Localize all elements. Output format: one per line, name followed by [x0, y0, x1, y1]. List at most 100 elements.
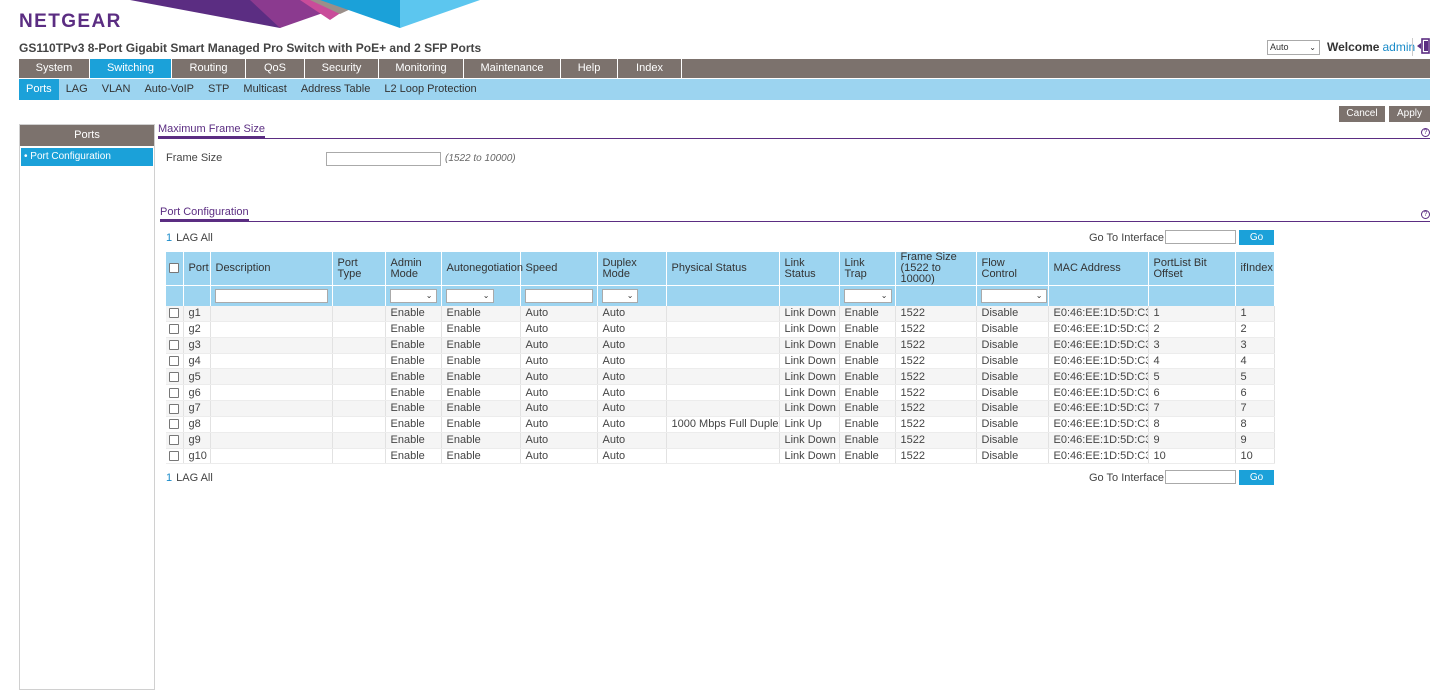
col-frame-size[interactable]: Frame Size (1522 to 10000) [895, 252, 977, 286]
col-description[interactable]: Description [210, 252, 333, 286]
tab-monitoring[interactable]: Monitoring [379, 59, 464, 78]
filter-cell: ⌄ [976, 285, 1049, 306]
subtab-address-table[interactable]: Address Table [294, 79, 378, 100]
mac-address-cell: E0:46:EE:1D:5D:C3 [1048, 416, 1149, 433]
filter-all[interactable]: All [201, 472, 213, 484]
filter-unit-1[interactable]: 1 [166, 472, 172, 484]
link-status-cell: Link Down [779, 400, 840, 417]
help-icon[interactable]: ? [1421, 128, 1430, 137]
description-input[interactable] [214, 288, 328, 303]
help-icon[interactable]: ? [1421, 210, 1430, 219]
row-checkbox[interactable] [169, 308, 179, 319]
section-divider [160, 221, 1430, 222]
description-cell [210, 416, 333, 433]
tab-routing[interactable]: Routing [172, 59, 246, 78]
row-checkbox[interactable] [169, 324, 179, 335]
subtab-multicast[interactable]: Multicast [236, 79, 293, 100]
link-status-cell: Link Down [779, 384, 840, 402]
table-row[interactable]: g9 Enable Enable Auto Auto Link Down Enable 152… [166, 432, 1275, 449]
port-type-cell [332, 321, 386, 338]
col-link-trap[interactable]: Link Trap [839, 252, 896, 286]
description-cell [210, 384, 333, 402]
subtab-ports[interactable]: Ports [19, 79, 59, 100]
table-row[interactable]: g3 Enable Enable Auto Auto Link Down Enable 152… [166, 337, 1275, 354]
subtab-stp[interactable]: STP [201, 79, 236, 100]
select-all-checkbox[interactable] [169, 263, 179, 274]
logout-icon[interactable] [1417, 38, 1431, 54]
admin-mode-select[interactable]: ⌄ [389, 288, 437, 303]
netgear-logo[interactable]: NETGEAR [19, 11, 122, 33]
frame-size-input[interactable] [326, 152, 441, 166]
apply-button[interactable]: Apply [1389, 106, 1430, 122]
duplex-mode-select[interactable]: ⌄ [601, 288, 638, 303]
subtab-auto-voip[interactable]: Auto-VoIP [137, 79, 201, 100]
go-button[interactable]: Go [1239, 230, 1274, 245]
tab-security[interactable]: Security [305, 59, 379, 78]
table-row[interactable]: g1 Enable Enable Auto Auto Link Down Enable 152… [166, 305, 1275, 322]
table-row[interactable]: g8 Enable Enable Auto Auto 1000 Mbps Full Dup… [166, 416, 1275, 433]
filter-lag[interactable]: LAG [176, 472, 198, 484]
goto-interface-input[interactable] [1165, 470, 1236, 484]
row-checkbox[interactable] [169, 387, 179, 398]
table-row[interactable]: g4 Enable Enable Auto Auto Link Down Enable 152… [166, 353, 1275, 370]
port-type-cell [332, 432, 386, 449]
filter-lag[interactable]: LAG [176, 232, 198, 244]
speed-cell: Auto [520, 416, 598, 433]
frame-size-cell: 1522 [895, 368, 977, 386]
row-checkbox[interactable] [169, 451, 179, 462]
col-port[interactable]: Port [183, 252, 211, 286]
table-row[interactable]: g2 Enable Enable Auto Auto Link Down Enable 152… [166, 321, 1275, 338]
row-checkbox[interactable] [169, 356, 179, 367]
filter-all[interactable]: All [201, 232, 213, 244]
goto-interface-input[interactable] [1165, 230, 1236, 244]
col-ifindex[interactable]: ifIndex [1235, 252, 1275, 286]
subtab-l2-loop-protection[interactable]: L2 Loop Protection [377, 79, 483, 100]
row-checkbox[interactable] [169, 371, 179, 382]
table-body: g1 Enable Enable Auto Auto Link Down Enable 152… [166, 305, 1275, 465]
speed-cell: Auto [520, 337, 598, 354]
filter-unit-1[interactable]: 1 [166, 232, 172, 244]
flow-control-select[interactable]: ⌄ [980, 288, 1047, 303]
table-row[interactable]: g5 Enable Enable Auto Auto Link Down Enable 152… [166, 368, 1275, 386]
tab-qos[interactable]: QoS [246, 59, 305, 78]
table-row[interactable]: g7 Enable Enable Auto Auto Link Down Enable 152… [166, 400, 1275, 417]
row-checkbox[interactable] [169, 403, 179, 414]
language-select[interactable]: Auto ⌄ [1267, 40, 1320, 55]
subtab-vlan[interactable]: VLAN [95, 79, 138, 100]
row-checkbox[interactable] [169, 435, 179, 446]
col-speed[interactable]: Speed [520, 252, 598, 286]
sidebar-item-port-configuration[interactable]: • Port Configuration [21, 148, 153, 166]
col-link-status[interactable]: Link Status [779, 252, 840, 286]
col-port-type[interactable]: Port Type [332, 252, 386, 286]
row-checkbox[interactable] [169, 340, 179, 351]
mac-address-cell: E0:46:EE:1D:5D:C3 [1048, 432, 1149, 449]
col-portlist-bit-offset[interactable]: PortList Bit Offset [1148, 252, 1236, 286]
tab-index[interactable]: Index [618, 59, 682, 78]
mac-address-cell: E0:46:EE:1D:5D:C3 [1048, 448, 1149, 465]
col-autonegotiation[interactable]: Autonegotiation [441, 252, 523, 286]
physical-status-cell [666, 305, 780, 322]
col-admin-mode[interactable]: Admin Mode [385, 252, 442, 286]
table-row[interactable]: g10 Enable Enable Auto Auto Link Down Enable 15… [166, 448, 1275, 465]
filter-cell [895, 285, 977, 306]
col-duplex-mode[interactable]: Duplex Mode [597, 252, 667, 286]
row-checkbox[interactable] [169, 419, 179, 430]
speed-input[interactable] [524, 288, 593, 303]
main-nav: System Switching Routing QoS Security Mo… [19, 59, 1430, 78]
col-flow-control[interactable]: Flow Control [976, 252, 1049, 286]
subtab-lag[interactable]: LAG [59, 79, 95, 100]
go-button[interactable]: Go [1239, 470, 1274, 485]
bit-offset-cell: 4 [1148, 353, 1236, 370]
link-trap-select[interactable]: ⌄ [843, 288, 892, 303]
speed-cell: Auto [520, 321, 598, 338]
cancel-button[interactable]: Cancel [1339, 106, 1385, 122]
tab-switching[interactable]: Switching [90, 59, 172, 78]
tab-system[interactable]: System [19, 59, 90, 78]
col-mac-address[interactable]: MAC Address [1048, 252, 1149, 286]
tab-maintenance[interactable]: Maintenance [464, 59, 561, 78]
col-physical-status[interactable]: Physical Status [666, 252, 780, 286]
tab-help[interactable]: Help [561, 59, 618, 78]
autonegotiation-cell: Enable [441, 400, 521, 417]
autonegotiation-select[interactable]: ⌄ [445, 288, 494, 303]
table-row[interactable]: g6 Enable Enable Auto Auto Link Down Enable 152… [166, 384, 1275, 402]
